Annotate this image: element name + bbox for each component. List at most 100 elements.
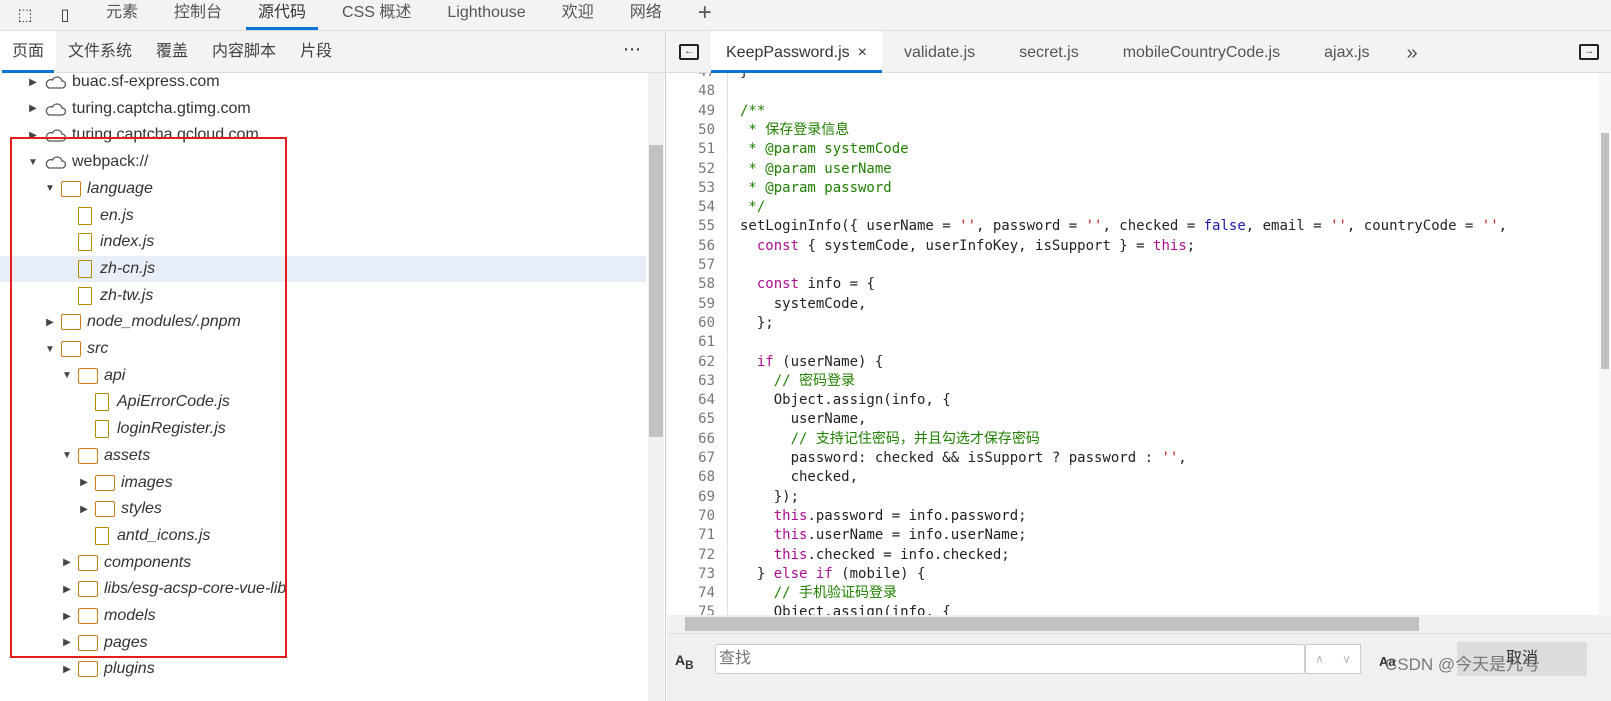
line-number[interactable]: 72 — [667, 546, 715, 565]
line-number[interactable]: 62 — [667, 353, 715, 372]
tab-5[interactable]: 欢迎 — [550, 0, 606, 31]
code-token: password: checked && isSupport ? passwor… — [740, 450, 1162, 466]
code-line: 59 systemCode, — [667, 294, 866, 314]
file-tab-label: ajax.js — [1324, 43, 1370, 61]
code-text: // 手机验证码登录 — [740, 584, 897, 603]
scroll-thumb[interactable] — [685, 617, 1419, 631]
code-token: this — [1153, 237, 1187, 254]
code-text: checked, — [740, 468, 858, 487]
tab-1[interactable]: 控制台 — [162, 0, 234, 31]
tab-0[interactable]: 元素 — [94, 0, 150, 31]
gutter-divider — [727, 294, 728, 314]
code-text: if (userName) { — [740, 353, 883, 372]
line-number[interactable]: 47 — [667, 73, 715, 82]
line-number[interactable]: 63 — [667, 372, 715, 391]
line-number[interactable]: 71 — [667, 526, 715, 545]
navigator-tab-0[interactable]: 页面 — [0, 30, 57, 73]
file-tab[interactable]: secret.js — [997, 31, 1101, 73]
device-toolbar-icon[interactable]: ▯ — [54, 4, 76, 26]
scroll-thumb[interactable] — [649, 145, 663, 437]
line-number[interactable]: 74 — [667, 584, 715, 603]
line-number[interactable]: 65 — [667, 410, 715, 429]
replace-toggle-icon[interactable]: AB — [675, 652, 694, 672]
gutter-divider — [727, 198, 728, 218]
gutter-divider — [727, 178, 728, 199]
code-token: .userName = info.userName; — [807, 527, 1027, 544]
editor-horizontal-scrollbar[interactable] — [667, 615, 1611, 633]
code-line: 47} — [667, 73, 748, 83]
line-number[interactable]: 55 — [667, 217, 715, 236]
file-tab[interactable]: validate.js — [882, 31, 997, 73]
line-number[interactable]: 60 — [667, 314, 715, 333]
collapse-arrow-icon[interactable]: ▶ — [26, 77, 40, 88]
navigator-tab-1[interactable]: 文件系统 — [56, 31, 144, 73]
code-text: const { systemCode, userInfoKey, isSuppo… — [740, 237, 1195, 256]
gutter-divider — [727, 352, 728, 372]
code-token: , — [1178, 450, 1187, 466]
tree-item[interactable]: ▶ buac.sf-express.com — [0, 73, 646, 95]
gutter-divider — [727, 391, 728, 411]
gutter-divider — [727, 256, 728, 276]
toggle-debugger-icon[interactable]: → — [1579, 43, 1599, 60]
devtools-toolbar: ⬚ ▯ 元素 控制台 源代码 CSS 概述 Lighthouse 欢迎 网络 + — [0, 0, 1611, 31]
line-number[interactable]: 50 — [667, 121, 715, 140]
line-number[interactable]: 52 — [667, 160, 715, 179]
line-number[interactable]: 67 — [667, 449, 715, 468]
tree-item[interactable]: ▶ plugins — [0, 656, 646, 682]
line-number[interactable]: 53 — [667, 179, 715, 198]
code-line: 49 /** — [667, 101, 765, 121]
next-match-icon[interactable]: ∨ — [1342, 652, 1351, 666]
navigator-tab-4[interactable]: 片段 — [288, 31, 344, 73]
code-line: 63 // 密码登录 — [667, 371, 855, 392]
previous-match-icon[interactable]: ∧ — [1315, 652, 1324, 666]
gutter-divider — [727, 159, 728, 179]
line-number[interactable]: 48 — [667, 82, 715, 101]
line-number[interactable]: 58 — [667, 275, 715, 294]
navigator-tab-2[interactable]: 覆盖 — [144, 31, 200, 73]
code-text: // 支持记住密码，并且勾选才保存密码 — [740, 430, 1040, 449]
navigator-tab-3[interactable]: 内容脚本 — [200, 31, 288, 73]
line-number[interactable]: 69 — [667, 488, 715, 507]
line-number[interactable]: 56 — [667, 237, 715, 256]
code-line: 71 this.userName = info.userName; — [667, 526, 1027, 546]
more-options-button[interactable]: ⋯ — [623, 39, 643, 60]
code-token: '' — [1085, 218, 1103, 235]
tab-4[interactable]: Lighthouse — [435, 0, 537, 31]
line-number[interactable]: 61 — [667, 333, 715, 352]
tab-2[interactable]: 源代码 — [246, 0, 319, 31]
search-input[interactable] — [715, 644, 1305, 674]
line-number[interactable]: 57 — [667, 256, 715, 275]
file-tab[interactable]: ajax.js — [1302, 31, 1391, 73]
cloud-icon — [44, 75, 67, 89]
code-editor[interactable]: 47}4849/**50 * 保存登录信息51 * @param systemC… — [667, 73, 1611, 645]
line-number[interactable]: 59 — [667, 295, 715, 314]
more-tabs-button[interactable]: » — [1391, 31, 1432, 73]
toggle-navigator-icon[interactable]: ← — [679, 43, 699, 60]
close-tab-icon[interactable]: × — [858, 44, 867, 61]
code-token: Object.assign(info, { — [740, 392, 951, 409]
tree-scrollbar[interactable] — [648, 73, 664, 701]
code-token: // 支持记住密码，并且勾选才保存密码 — [740, 430, 1040, 447]
line-number[interactable]: 54 — [667, 198, 715, 217]
file-tab[interactable]: mobileCountryCode.js — [1101, 31, 1302, 73]
tab-6[interactable]: 网络 — [618, 0, 674, 31]
tree-item[interactable]: ▶ turing.captcha.gtimg.com — [0, 96, 646, 122]
code-line: 50 * 保存登录信息 — [667, 120, 849, 141]
add-tab-button[interactable]: + — [686, 0, 724, 31]
line-number[interactable]: 66 — [667, 430, 715, 449]
inspect-element-icon[interactable]: ⬚ — [14, 4, 36, 26]
collapse-arrow-icon[interactable]: ▶ — [26, 103, 40, 114]
line-number[interactable]: 68 — [667, 468, 715, 487]
tree-item-label: turing.captcha.gtimg.com — [72, 99, 251, 117]
tab-3[interactable]: CSS 概述 — [330, 0, 423, 31]
line-number[interactable]: 73 — [667, 565, 715, 584]
line-number[interactable]: 64 — [667, 391, 715, 410]
line-number[interactable]: 51 — [667, 140, 715, 159]
code-line: 61 — [667, 333, 740, 353]
line-number[interactable]: 70 — [667, 507, 715, 526]
file-tab[interactable]: KeepPassword.js × — [711, 30, 882, 73]
editor-vertical-scrollbar[interactable] — [1599, 73, 1611, 615]
line-number[interactable]: 49 — [667, 102, 715, 121]
collapse-arrow-icon[interactable]: ▶ — [60, 664, 74, 675]
